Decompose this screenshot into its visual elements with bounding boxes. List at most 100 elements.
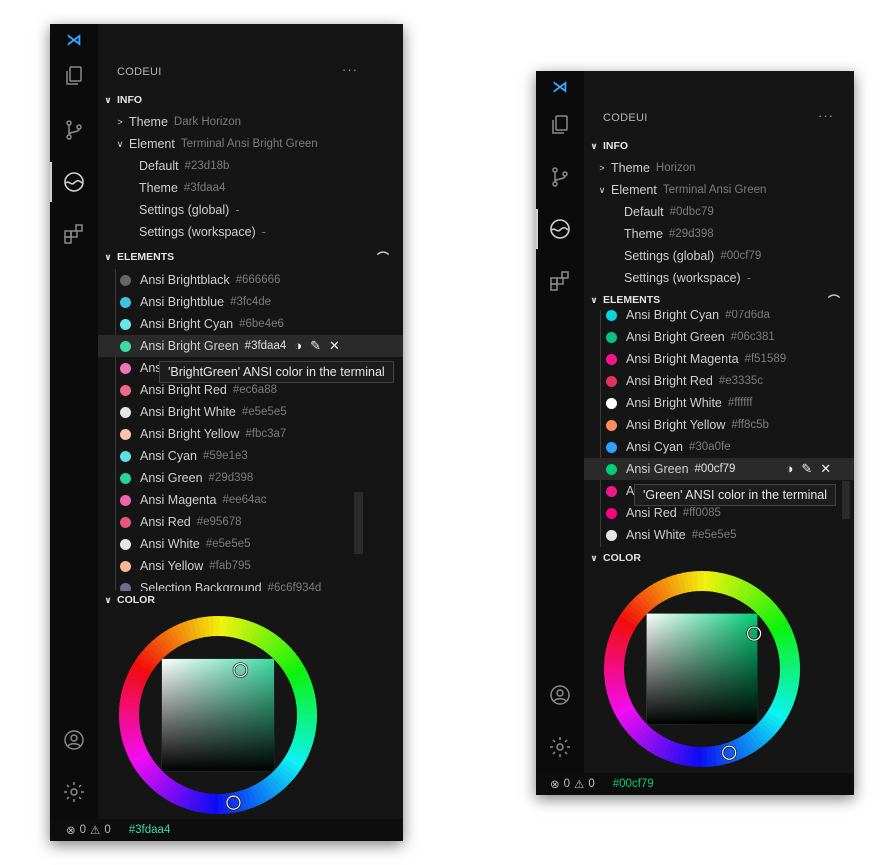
element-name: Ansi Bright Cyan xyxy=(626,310,720,322)
element-row[interactable]: Ansi Green #00cf79 ◑ ✎ ✕ xyxy=(584,458,854,480)
row-actions: ◑ ✎ ✕ xyxy=(785,461,831,477)
element-label: Element xyxy=(129,137,175,151)
element-label: Element xyxy=(611,183,657,197)
default-value: #23d18b xyxy=(184,160,230,172)
color-swatch-icon xyxy=(120,494,131,506)
eye-icon[interactable]: ⌒ xyxy=(828,292,840,309)
status-color-value[interactable]: #00cf79 xyxy=(613,778,654,790)
elements-section-header[interactable]: ∨ ELEMENTS ⌒ xyxy=(98,247,403,267)
contrast-icon[interactable]: ◑ xyxy=(294,338,302,354)
warning-icon[interactable]: ⚠ xyxy=(574,777,584,791)
side-panel: CODEUI ··· ∨ INFO > Theme Dark Horizon ∨ E… xyxy=(98,24,403,841)
element-row[interactable]: Ansi Bright Green #3fdaa4 ◑ ✎ ✕ xyxy=(98,335,403,357)
theme-label: Theme xyxy=(611,161,650,175)
error-icon[interactable]: ⊗ xyxy=(550,777,560,791)
error-icon[interactable]: ⊗ xyxy=(66,823,76,837)
element-row[interactable]: Ansi Brightblack #666666 xyxy=(98,269,403,291)
element-hex: #06c381 xyxy=(730,331,775,343)
element-row[interactable]: Ansi Bright White #e5e5e5 xyxy=(98,401,403,423)
element-hex: #59e1e3 xyxy=(202,450,248,462)
element-hex: #6be4e6 xyxy=(239,318,284,330)
close-icon[interactable]: ✕ xyxy=(329,338,340,354)
theme-color-value: #29d398 xyxy=(668,228,714,240)
element-row[interactable]: Ansi Cyan #59e1e3 xyxy=(98,445,403,467)
edit-pencil-icon[interactable]: ✎ xyxy=(310,338,321,354)
color-section-header[interactable]: ∨ COLOR xyxy=(584,548,854,568)
element-hex: #f51589 xyxy=(744,353,787,365)
default-value: #0dbc79 xyxy=(669,206,714,218)
color-picker[interactable] xyxy=(602,569,802,769)
explorer-icon[interactable] xyxy=(50,64,98,88)
element-row[interactable]: Selection Background #6c6f934d xyxy=(98,577,403,591)
element-hex: #e5e5e5 xyxy=(205,538,251,550)
element-row[interactable]: Ansi White #e5e5e5 xyxy=(584,524,854,546)
warning-icon[interactable]: ⚠ xyxy=(90,823,100,837)
more-actions-icon[interactable]: ··· xyxy=(818,108,834,123)
info-theme[interactable]: > Theme Dark Horizon xyxy=(98,111,403,133)
account-icon[interactable] xyxy=(536,683,584,707)
close-icon[interactable]: ✕ xyxy=(820,461,831,477)
element-row[interactable]: Ansi Bright White #ffffff xyxy=(584,392,854,414)
info-theme[interactable]: > Theme Horizon xyxy=(584,157,854,179)
element-hex: #ff8c5b xyxy=(731,419,769,431)
color-swatch-icon xyxy=(120,340,131,352)
element-name: Ansi Bright Yellow xyxy=(626,418,726,432)
color-swatch-icon xyxy=(606,419,617,431)
codeui-icon[interactable] xyxy=(536,209,584,249)
info-header-label: INFO xyxy=(603,140,629,152)
row-actions: ◑ ✎ ✕ xyxy=(294,338,340,354)
elements-scrollbar[interactable] xyxy=(842,481,850,519)
element-row[interactable]: Ansi Bright Yellow #fbc3a7 xyxy=(98,423,403,445)
contrast-icon[interactable]: ◑ xyxy=(785,461,793,477)
explorer-icon[interactable] xyxy=(536,113,584,137)
info-element[interactable]: ∨ Element Terminal Ansi Bright Green xyxy=(98,133,403,155)
status-color-value[interactable]: #3fdaa4 xyxy=(129,824,171,836)
element-name: Ansi Red xyxy=(626,506,677,520)
element-row[interactable]: Ansi Bright Green #06c381 xyxy=(584,326,854,348)
extensions-icon[interactable] xyxy=(50,222,98,246)
color-section-header[interactable]: ∨ COLOR xyxy=(98,590,403,610)
element-row[interactable]: Ansi Yellow #fab795 xyxy=(98,555,403,577)
element-row[interactable]: Ansi Cyan #30a0fe xyxy=(584,436,854,458)
extensions-icon[interactable] xyxy=(536,269,584,293)
account-icon[interactable] xyxy=(50,728,98,752)
element-row[interactable]: Ansi Bright Cyan #07d6da xyxy=(584,310,854,326)
elements-scrollbar[interactable] xyxy=(354,492,363,554)
more-actions-icon[interactable]: ··· xyxy=(342,62,358,77)
info-theme-color: Theme #29d398 xyxy=(584,223,854,245)
info-element[interactable]: ∨ Element Terminal Ansi Green xyxy=(584,179,854,201)
source-control-icon[interactable] xyxy=(50,118,98,142)
info-header-label: INFO xyxy=(117,94,143,106)
info-section-header[interactable]: ∨ INFO xyxy=(584,136,854,156)
color-swatch-icon xyxy=(606,463,617,475)
elements-list: Ansi Bright Cyan #07d6da Ansi Bright Green… xyxy=(584,310,854,547)
chevron-right-icon: > xyxy=(599,163,605,173)
panel-title: CODEUI xyxy=(603,112,648,124)
element-row[interactable]: Ansi Bright Magenta #f51589 xyxy=(584,348,854,370)
settings-gear-icon[interactable] xyxy=(50,780,98,804)
codeui-icon[interactable] xyxy=(50,162,98,202)
settings-gear-icon[interactable] xyxy=(536,735,584,759)
color-swatch-icon xyxy=(120,538,131,550)
element-row[interactable]: Ansi Brightblue #3fc4de xyxy=(98,291,403,313)
elements-section-header[interactable]: ∨ ELEMENTS ⌒ xyxy=(584,290,854,310)
element-row[interactable]: Ansi Green #29d398 xyxy=(98,467,403,489)
element-row[interactable]: Ansi Bright Red #e3335c xyxy=(584,370,854,392)
default-label: Default xyxy=(624,205,664,219)
vscode-logo-icon: ⋊ xyxy=(66,32,82,49)
color-picker[interactable] xyxy=(117,614,319,816)
element-row[interactable]: Ansi Bright Cyan #6be4e6 xyxy=(98,313,403,335)
color-swatch-icon xyxy=(606,507,617,519)
edit-pencil-icon[interactable]: ✎ xyxy=(801,461,812,477)
source-control-icon[interactable] xyxy=(536,165,584,189)
theme-color-label: Theme xyxy=(624,227,663,241)
vscode-logo-icon: ⋊ xyxy=(552,79,568,96)
eye-icon[interactable]: ⌒ xyxy=(377,249,389,266)
theme-value: Horizon xyxy=(655,162,696,174)
settings-workspace-label: Settings (workspace) xyxy=(139,225,256,239)
color-swatch-icon xyxy=(120,450,131,462)
info-section-header[interactable]: ∨ INFO xyxy=(98,90,403,110)
element-row[interactable]: Ansi Bright Yellow #ff8c5b xyxy=(584,414,854,436)
activity-bar: ⋊ xyxy=(50,24,98,841)
chevron-down-icon: ∨ xyxy=(598,184,606,195)
